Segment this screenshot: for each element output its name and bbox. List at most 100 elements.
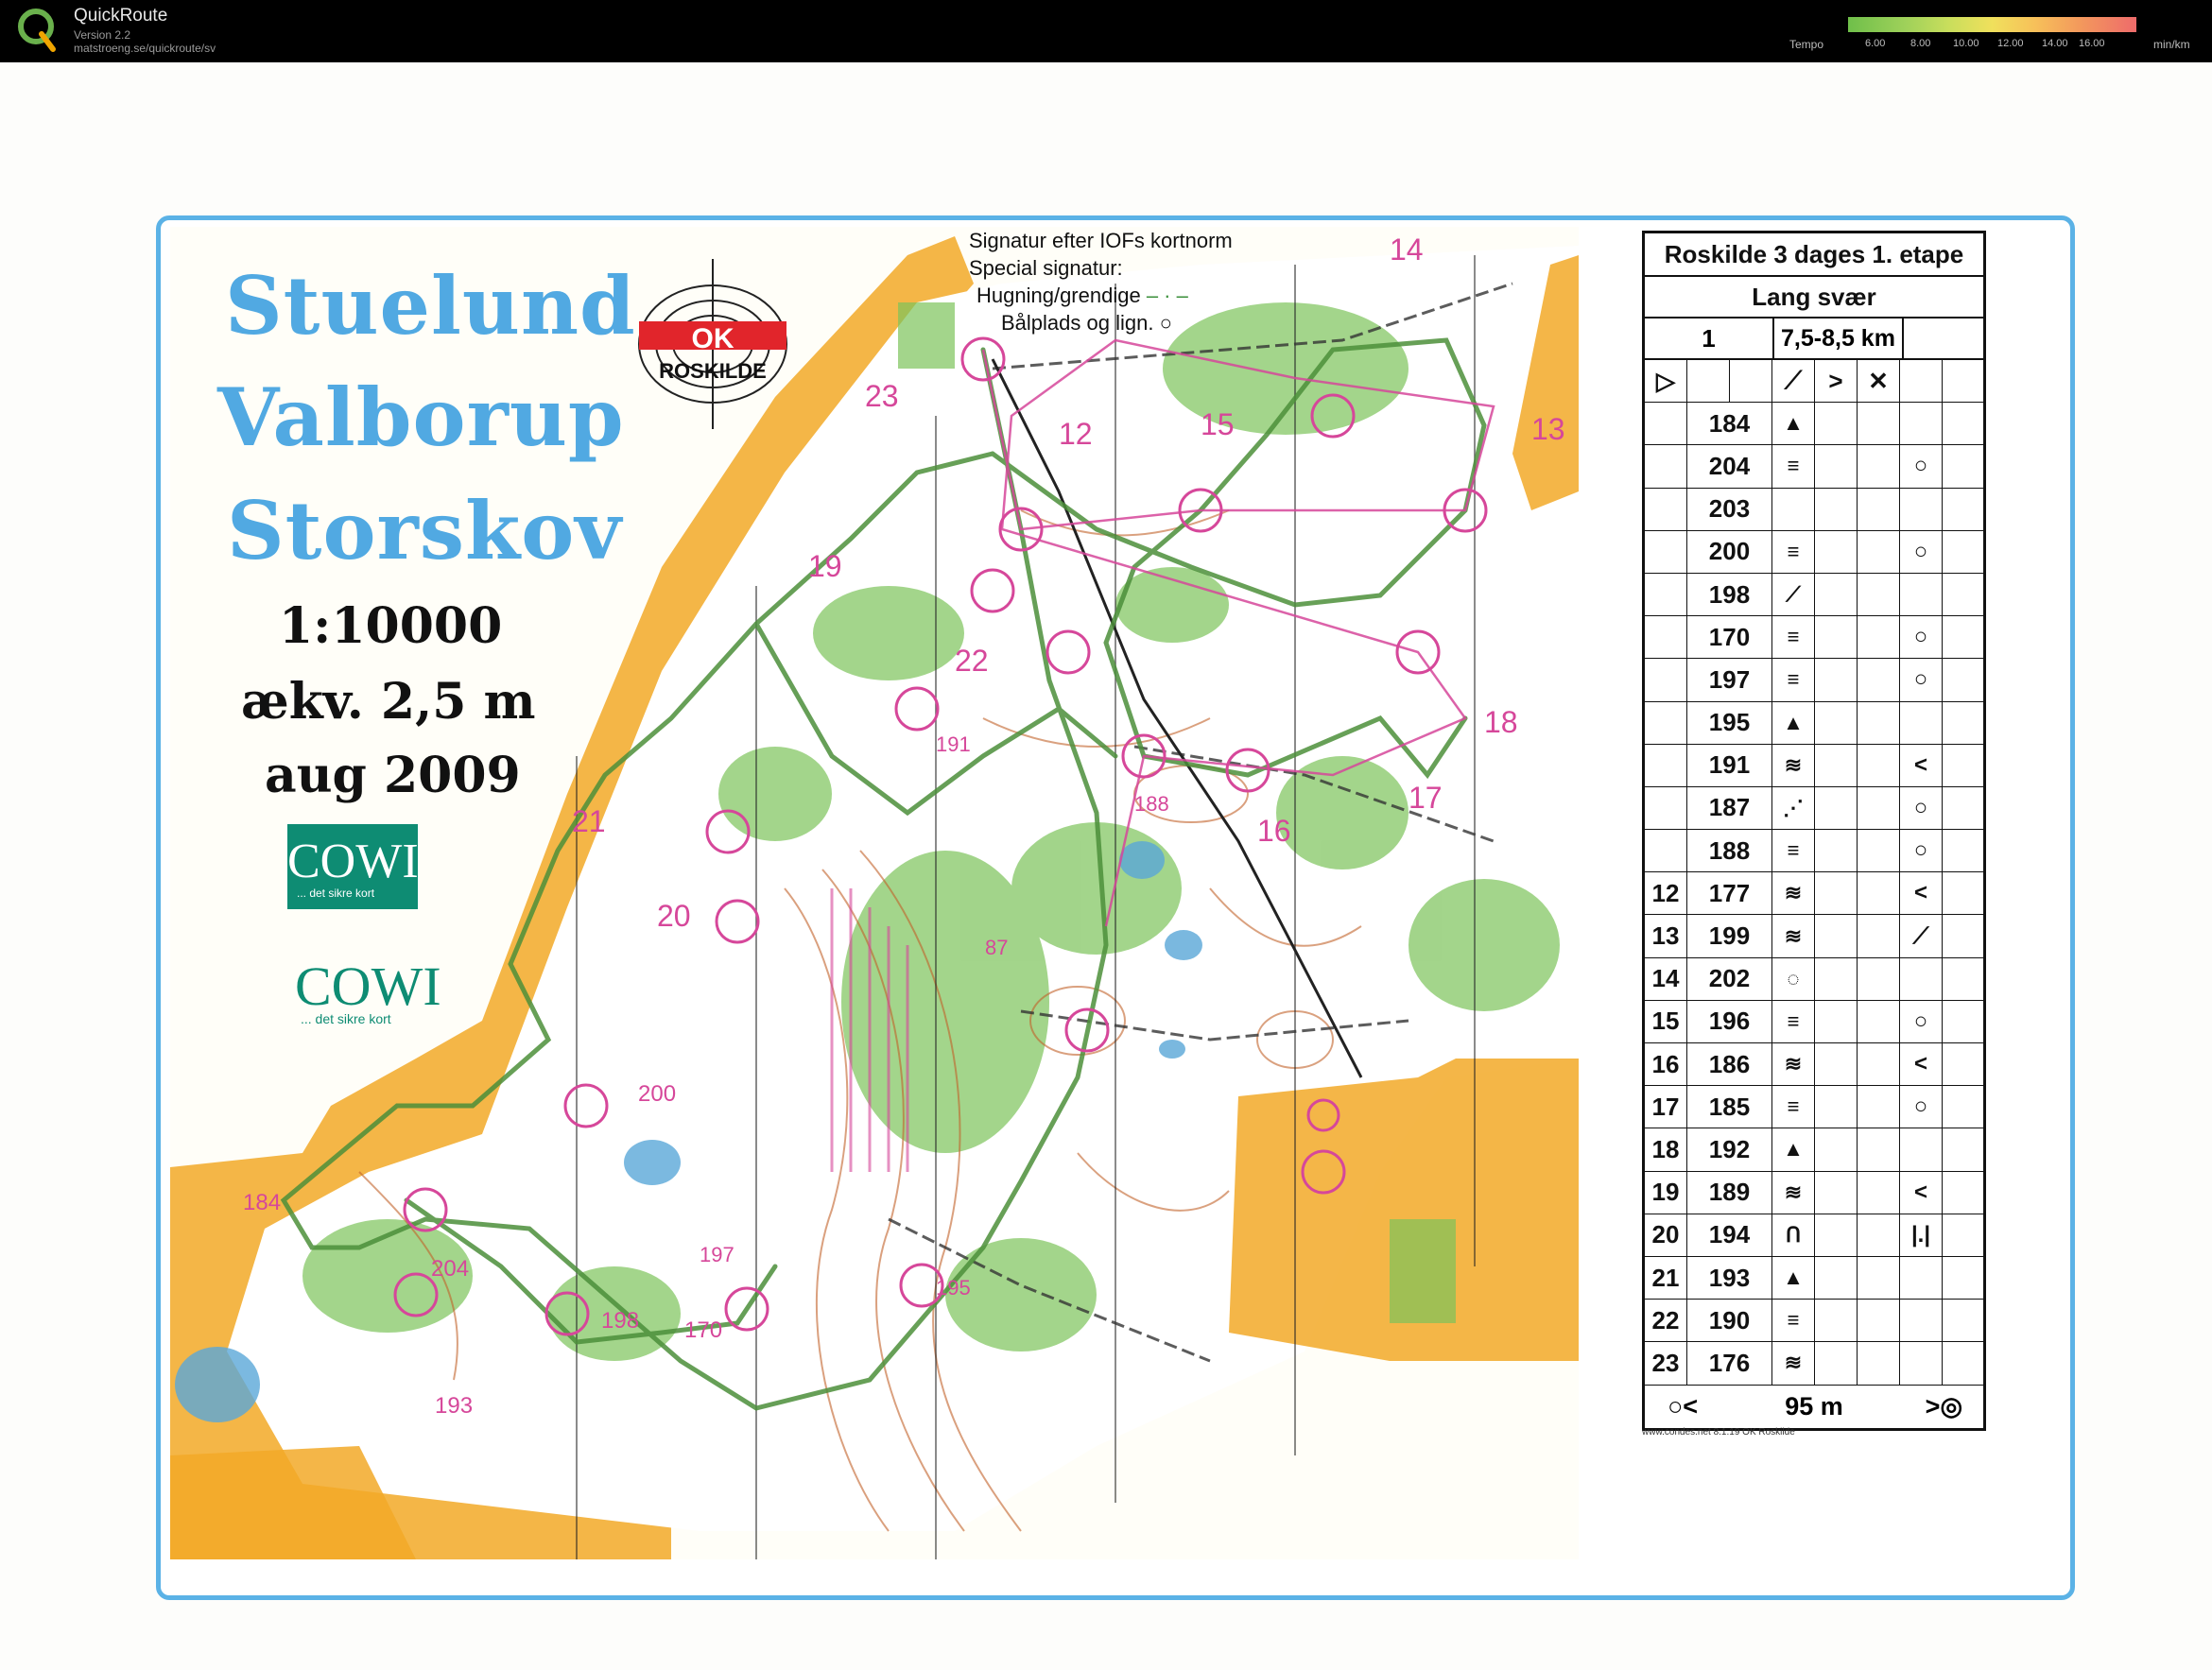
feature-symbol-icon: ≋ [1772, 1171, 1815, 1214]
location-symbol-icon: < [1900, 872, 1943, 915]
feature-symbol-icon: ⋰ [1772, 786, 1815, 830]
location-symbol-icon: < [1900, 744, 1943, 786]
cd-cell [1943, 702, 1983, 744]
control-row: 14 202 ◌ [1645, 957, 1983, 1001]
control-code: 196 [1687, 1000, 1772, 1042]
control-label: 193 [435, 1393, 473, 1419]
cd-cell [1943, 1001, 1983, 1042]
control-code: 194 [1687, 1214, 1772, 1256]
control-code: 199 [1687, 915, 1772, 957]
quickroute-logo-icon [18, 9, 56, 52]
app-header: QuickRoute Version 2.2 matstroeng.se/qui… [0, 0, 2212, 62]
cd-cell [1815, 445, 1858, 488]
feature-symbol-icon: ≡ [1772, 616, 1815, 659]
cd-cell [1943, 872, 1983, 914]
cd-cell [1858, 616, 1900, 659]
event-title: Roskilde 3 dages 1. etape [1645, 233, 1983, 277]
sponsor-name: COWI [295, 956, 441, 1017]
cd-cell [1858, 403, 1900, 445]
control-number [1645, 616, 1687, 659]
control-row: 20 194 Ո |.| [1645, 1214, 1983, 1257]
cd-cell [1858, 1000, 1900, 1042]
control-row: 188 ≡ ○ [1645, 830, 1983, 873]
control-number [1645, 530, 1687, 573]
control-label: 198 [601, 1308, 639, 1334]
cd-cell [1943, 659, 1983, 700]
cd-cell [1815, 1300, 1858, 1342]
cd-cell [1900, 360, 1943, 403]
tempo-tick: 6.00 [1865, 38, 1886, 49]
cd-cell [1815, 403, 1858, 445]
control-label: 14 [1390, 232, 1424, 267]
control-code: 204 [1687, 445, 1772, 488]
app-url[interactable]: matstroeng.se/quickroute/sv [74, 42, 216, 55]
cd-cell [1943, 489, 1983, 530]
control-label: 197 [700, 1243, 734, 1266]
cd-cell [1815, 830, 1858, 872]
feature-symbol-icon: ⟋ [1772, 573, 1815, 616]
crossing-icon: ✕ [1858, 360, 1900, 403]
location-symbol-icon: ○ [1900, 445, 1943, 488]
cd-cell [1815, 659, 1858, 701]
course-class: Lang svær [1645, 277, 1983, 319]
start-triangle-icon: ▷ [1645, 360, 1687, 403]
cd-cell [1858, 1214, 1900, 1256]
cd-cell [1943, 1300, 1983, 1341]
feature-symbol-icon: ≋ [1772, 872, 1815, 915]
control-number: 20 [1645, 1214, 1687, 1256]
location-symbol-icon: ○ [1900, 530, 1943, 573]
control-label: 87 [985, 936, 1008, 959]
cd-cell [1943, 958, 1983, 1000]
cd-cell [1858, 1256, 1900, 1300]
control-code: 195 [1687, 701, 1772, 744]
control-row: 23 176 ≋ [1645, 1342, 1983, 1386]
cd-cell [1858, 659, 1900, 701]
club-name: ROSKILDE [659, 359, 767, 383]
control-number: 15 [1645, 1000, 1687, 1042]
cd-cell [1858, 573, 1900, 616]
ok-roskilde-logo: OK ROSKILDE [638, 259, 787, 429]
cd-cell [1815, 1256, 1858, 1300]
cd-cell [1943, 915, 1983, 956]
path-icon: ⟋ [1772, 360, 1815, 403]
sponsor-name: COWI [287, 835, 419, 888]
control-code: 176 [1687, 1342, 1772, 1385]
cd-cell [1943, 787, 1983, 829]
cd-cell [1815, 530, 1858, 573]
control-label: 18 [1484, 705, 1518, 739]
control-label: 17 [1408, 781, 1443, 815]
control-row: 19 189 ≋ < [1645, 1171, 1983, 1214]
cd-cell [1858, 872, 1900, 915]
finish-symbol-icon: ○< [1668, 1392, 1699, 1420]
cd-cell [1943, 445, 1983, 487]
feature-symbol-icon: ≡ [1772, 1000, 1815, 1042]
control-label: 12 [1059, 417, 1093, 451]
cd-cell [1943, 403, 1983, 444]
cd-cell [1943, 360, 1983, 402]
feature-symbol-icon: ≡ [1772, 530, 1815, 573]
start-row: ▷ ⟋ > ✕ [1645, 360, 1983, 404]
control-label: 204 [431, 1256, 469, 1282]
cd-cell [1815, 701, 1858, 744]
cd-cell [1815, 1171, 1858, 1214]
control-row: 191 ≋ < [1645, 744, 1983, 787]
control-label: 21 [572, 804, 606, 838]
legend-line: Signatur efter IOFs kortnorm [969, 229, 1233, 252]
cd-cell [1815, 1128, 1858, 1171]
location-symbol-icon [1900, 1342, 1943, 1385]
cd-cell [1815, 872, 1858, 915]
tempo-tick: 16.00 [2079, 38, 2105, 49]
control-label: 191 [936, 732, 971, 756]
control-row: 12 177 ≋ < [1645, 872, 1983, 916]
feature-symbol-icon [1772, 488, 1815, 530]
control-number: 17 [1645, 1086, 1687, 1128]
map-title-line: Storskov [227, 484, 623, 577]
cd-cell [1815, 744, 1858, 786]
cd-cell [1815, 1086, 1858, 1128]
control-row: 16 186 ≋ < [1645, 1043, 1983, 1087]
feature-symbol-icon: ▲ [1772, 1256, 1815, 1300]
feature-symbol-icon: ≡ [1772, 1086, 1815, 1128]
control-number [1645, 659, 1687, 701]
control-label: 23 [865, 379, 899, 413]
location-symbol-icon: ⟋ [1900, 915, 1943, 957]
